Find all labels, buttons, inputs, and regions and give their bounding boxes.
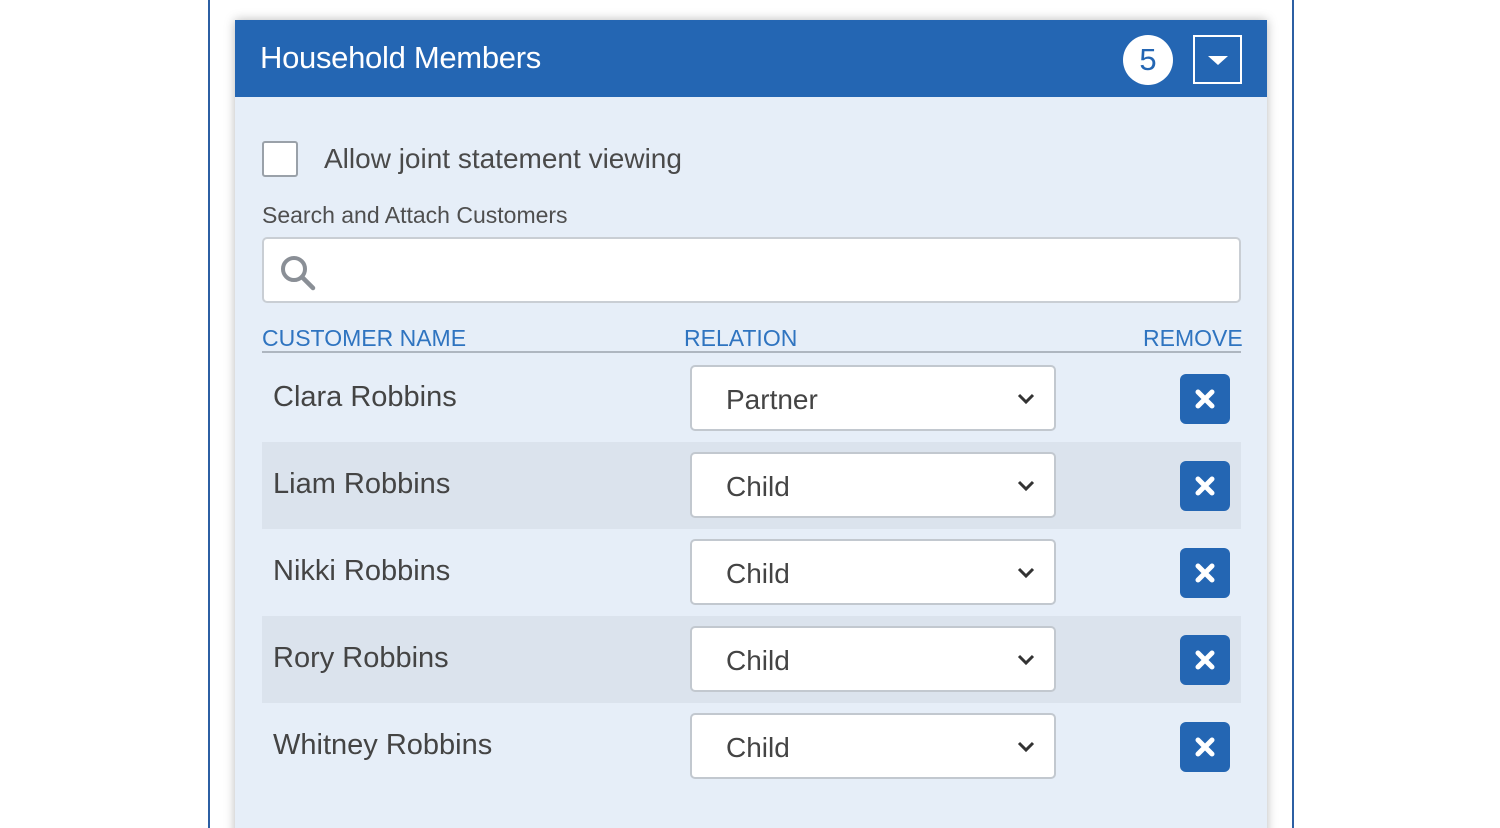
header-divider [262, 351, 1241, 353]
chevron-down-icon [1017, 480, 1035, 492]
customer-name: Clara Robbins [273, 381, 457, 413]
close-icon [1195, 476, 1215, 496]
relation-select[interactable]: Partner [690, 365, 1056, 431]
customer-name: Liam Robbins [273, 468, 451, 500]
chevron-down-icon [1017, 654, 1035, 666]
remove-member-button[interactable] [1180, 461, 1230, 511]
customer-name: Whitney Robbins [273, 729, 493, 761]
customer-name: Nikki Robbins [273, 555, 451, 587]
remove-member-button[interactable] [1180, 548, 1230, 598]
close-icon [1195, 563, 1215, 583]
close-icon [1195, 389, 1215, 409]
remove-member-button[interactable] [1180, 635, 1230, 685]
chevron-down-icon [1017, 393, 1035, 405]
table-row: Clara Robbins Partner [262, 355, 1241, 442]
search-box[interactable] [262, 237, 1241, 303]
page-frame-right-border [1292, 0, 1294, 828]
search-input[interactable] [328, 249, 1228, 293]
relation-value: Child [726, 558, 790, 589]
panel-title: Household Members [260, 40, 541, 75]
column-header-relation: RELATION [684, 325, 798, 351]
close-icon [1195, 650, 1215, 670]
relation-value: Partner [726, 384, 818, 415]
page-frame-left-border [208, 0, 210, 828]
caret-down-icon [1208, 56, 1228, 65]
table-row: Nikki Robbins Child [262, 529, 1241, 616]
close-icon [1195, 737, 1215, 757]
customer-name: Rory Robbins [273, 642, 449, 674]
remove-member-button[interactable] [1180, 722, 1230, 772]
chevron-down-icon [1017, 741, 1035, 753]
joint-statement-label: Allow joint statement viewing [324, 143, 682, 174]
collapse-panel-button[interactable] [1193, 35, 1242, 84]
table-row: Liam Robbins Child [262, 442, 1241, 529]
panel-header: Household Members 5 [235, 20, 1267, 97]
table-row: Whitney Robbins Child [262, 703, 1241, 790]
search-label: Search and Attach Customers [262, 202, 568, 228]
joint-statement-checkbox[interactable] [262, 141, 298, 177]
relation-select[interactable]: Child [690, 713, 1056, 779]
member-count-badge: 5 [1123, 35, 1173, 85]
relation-value: Child [726, 732, 790, 763]
relation-select[interactable]: Child [690, 626, 1056, 692]
members-table: Clara Robbins Partner Liam Robbins Child… [262, 355, 1241, 790]
relation-select[interactable]: Child [690, 452, 1056, 518]
relation-value: Child [726, 471, 790, 502]
search-icon [281, 256, 316, 291]
relation-value: Child [726, 645, 790, 676]
column-header-customer-name: CUSTOMER NAME [262, 325, 467, 351]
table-row: Rory Robbins Child [262, 616, 1241, 703]
chevron-down-icon [1017, 567, 1035, 579]
remove-member-button[interactable] [1180, 374, 1230, 424]
household-members-panel: Household Members 5 Allow joint statemen… [235, 20, 1267, 828]
column-header-remove: REMOVE [1143, 325, 1243, 351]
relation-select[interactable]: Child [690, 539, 1056, 605]
